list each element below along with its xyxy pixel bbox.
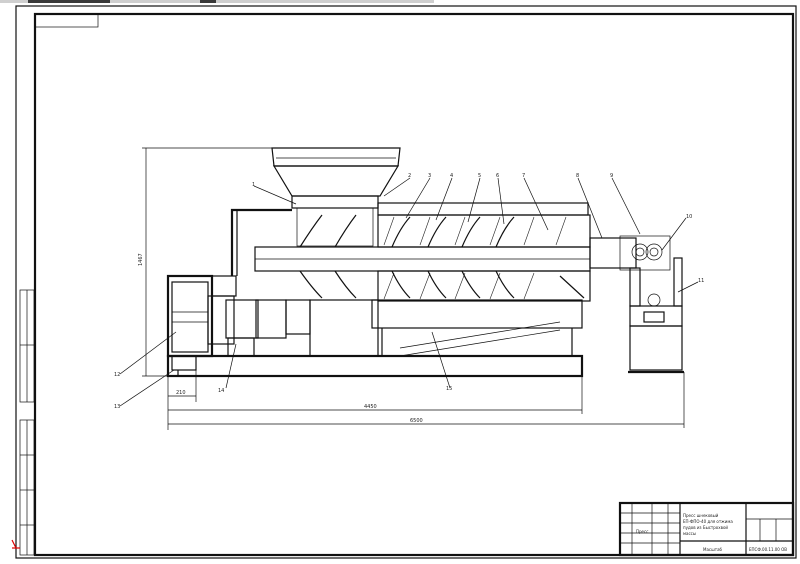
- callout-6: 6: [496, 173, 499, 179]
- left-margin-table: [11, 289, 35, 556]
- dim-height: 1467: [138, 253, 144, 266]
- callout-2: 2: [408, 173, 411, 179]
- drawing-sheet: 1467 210 4450 6500 1 2 3 4 5 6 7 8 9 10 …: [0, 0, 800, 564]
- toolbar-tab-active[interactable]: [28, 0, 110, 3]
- title-line-2: ЕП-ФПО-40 для отжима: [683, 519, 733, 524]
- callout-11: 11: [698, 278, 704, 284]
- title-line-1: Пресс шнековый: [683, 513, 719, 518]
- callout-3: 3: [428, 173, 431, 179]
- callout-4: 4: [450, 173, 453, 179]
- screw-flights: [299, 214, 515, 299]
- outer-frame: [15, 5, 797, 559]
- dim-length-inner: 4450: [364, 404, 377, 410]
- stamp-label: Пресс: [636, 529, 648, 534]
- callout-labels: 1 2 3 4 5 6 7 8 9 10 11 12 13 14 15: [114, 173, 704, 410]
- barrel-hatching: [383, 216, 567, 300]
- hopper: [271, 147, 401, 247]
- viewer-toolbar[interactable]: [0, 0, 434, 3]
- press-machine: [166, 147, 684, 378]
- callout-9: 9: [610, 173, 613, 179]
- dim-length-total: 6500: [410, 418, 423, 424]
- callout-8: 8: [576, 173, 579, 179]
- callout-12: 12: [114, 372, 120, 378]
- discharge-stand: [628, 257, 684, 374]
- callout-1: 1: [252, 182, 255, 188]
- dim-base-width: 210: [176, 390, 186, 396]
- callout-10: 10: [686, 214, 692, 220]
- drawing-code: ЕПСФ.00.11.00 ОВ: [749, 547, 787, 552]
- callout-leaders: [119, 177, 699, 407]
- scale-note: Масштаб: [703, 547, 723, 552]
- technical-drawing: 1467 210 4450 6500 1 2 3 4 5 6 7 8 9 10 …: [0, 0, 797, 559]
- toolbar-tab[interactable]: [200, 0, 216, 3]
- callout-15: 15: [446, 386, 452, 392]
- callout-14: 14: [218, 388, 224, 394]
- inner-frame: [33, 12, 795, 557]
- press-housing: [230, 202, 671, 302]
- callout-7: 7: [522, 173, 525, 179]
- corner-stamp-box: [34, 13, 99, 28]
- callout-13: 13: [114, 404, 120, 410]
- title-line-4: массы: [683, 531, 696, 536]
- callout-5: 5: [478, 173, 481, 179]
- title-line-3: пудов из Быстрохвой: [683, 525, 728, 530]
